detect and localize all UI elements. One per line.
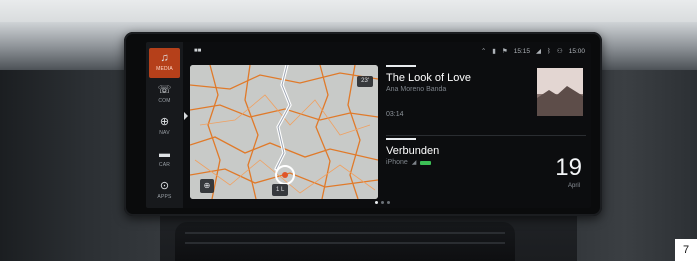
phone-tile[interactable]: Verbunden iPhone ◢ 19 April [386,138,586,198]
page-dot [375,201,378,204]
song-title: The Look of Love [386,72,472,84]
map-view [190,65,378,199]
notification-icon: ▮ [492,48,496,55]
signal-icon: ◢ [411,160,417,166]
rail-label: CAR [158,162,171,168]
song-time: 03:14 [386,111,404,118]
rail-item-nav[interactable]: ⊕ NAV [149,112,180,142]
page-dot [387,201,390,204]
compass-icon[interactable]: ⊕ [200,179,214,193]
page-number: 7 [675,239,697,261]
rail-item-apps[interactable]: ⊙ APPS [149,176,180,206]
side-menu: ♫ MEDIA ☏ COM ⊕ NAV ▬ CAR ⊙ APPS [146,42,183,208]
bluetooth-icon: ᛒ [546,47,551,55]
rail-item-car[interactable]: ▬ CAR [149,144,180,174]
media-tile[interactable]: The Look of Love Ana Moreno Banda 03:14 [386,65,586,135]
page-dot [381,201,384,204]
album-cover [537,68,583,116]
signal-icon: ◢ [535,48,541,55]
lane-guidance: 1 L [272,184,289,196]
rail-label: APPS [157,194,172,200]
chevron-up-icon: ⌃ [480,48,487,55]
map-tile[interactable]: 23' ⊕ 1 L [190,65,378,199]
rail-label: COM [158,98,171,104]
music-note-icon: ♫ [160,52,169,64]
rail-label: MEDIA [156,66,173,72]
device-info: iPhone ◢ [386,159,432,166]
page-indicator [375,201,390,204]
navigation-icon: ⊕ [159,116,170,128]
apps-icon: ⊙ [159,180,170,192]
air-vent [175,222,515,261]
song-artist: Ana Moreno Banda [386,86,447,93]
tile-indicator [386,65,416,67]
tile-indicator [386,138,416,140]
date-month: April [567,183,580,189]
turn-distance-badge: 23' [357,76,373,87]
rail-item-media[interactable]: ♫ MEDIA [149,48,180,78]
battery-icon [420,160,432,165]
device-name: iPhone [386,159,408,166]
user-icon: ⚇ [556,48,563,55]
status-bar: ⌃ ▮ ⚑ 15:15 ◢ ᛒ ⚇ 15:00 [480,47,585,56]
rail-item-com[interactable]: ☏ COM [149,80,180,110]
rail-label: NAV [159,130,170,136]
car-icon: ▬ [159,148,170,160]
scroll-left-icon[interactable] [184,112,188,120]
flag-icon: ⚑ [501,48,508,55]
status-left-indicator: ■■ [194,48,202,54]
connection-status: Verbunden [386,145,440,157]
date-day: 19 [555,154,582,181]
status-time: 15:00 [568,47,585,55]
phone-icon: ☏ [157,84,172,96]
tile-divider [386,135,586,136]
infotainment-screen: ♫ MEDIA ☏ COM ⊕ NAV ▬ CAR ⊙ APPS ■■ ⌃ ▮ … [146,42,591,208]
car-interior-photo: ♫ MEDIA ☏ COM ⊕ NAV ▬ CAR ⊙ APPS ■■ ⌃ ▮ … [0,0,697,261]
status-time-small: 15:15 [513,47,530,55]
